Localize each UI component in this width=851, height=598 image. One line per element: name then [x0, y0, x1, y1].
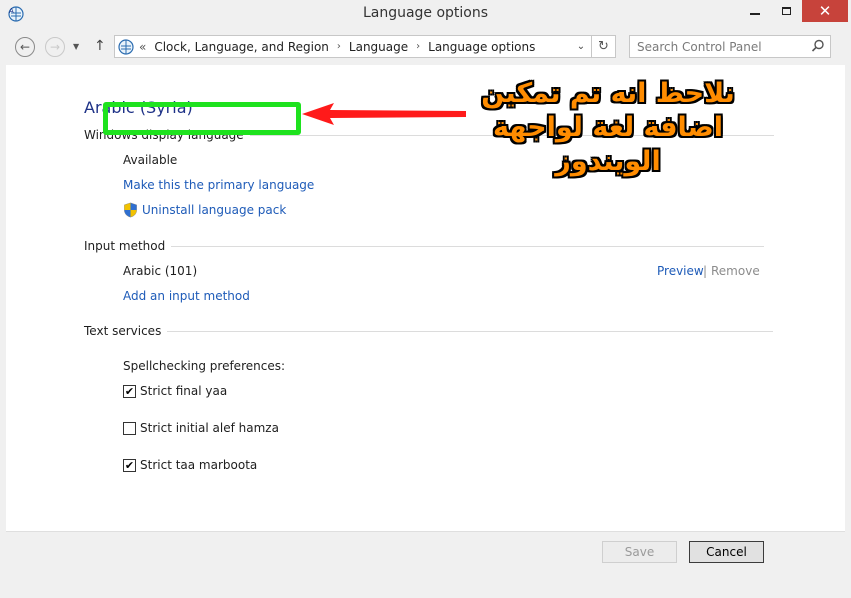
section-label: Text services — [84, 324, 162, 338]
search-input[interactable] — [630, 36, 800, 57]
section-input-method: Input method — [84, 239, 765, 253]
control-panel-icon — [118, 38, 134, 55]
checkbox-strict-final-yaa[interactable]: ✔ Strict final yaa — [123, 384, 227, 398]
cancel-button[interactable]: Cancel — [689, 541, 764, 563]
search-icon[interactable] — [810, 38, 826, 54]
spellchecking-label: Spellchecking preferences: — [123, 359, 285, 373]
add-input-method-link[interactable]: Add an input method — [123, 289, 250, 303]
checkbox-label[interactable]: Strict initial alef hamza — [140, 421, 279, 435]
minimize-button[interactable] — [740, 0, 770, 22]
refresh-button[interactable]: ↻ — [592, 35, 616, 58]
make-primary-language-link[interactable]: Make this the primary language — [123, 178, 314, 192]
divider — [171, 245, 765, 247]
search-box[interactable] — [629, 35, 831, 58]
close-button[interactable]: ✕ — [802, 0, 848, 22]
save-button[interactable]: Save — [602, 541, 677, 563]
breadcrumb-clock-language-region[interactable]: Clock, Language, and Region — [154, 40, 329, 54]
breadcrumb-separator-icon[interactable]: › — [416, 41, 420, 52]
link-separator: | — [703, 264, 708, 278]
forward-arrow-icon: → — [49, 40, 61, 54]
dialog-footer: Save Cancel — [6, 531, 845, 591]
input-method-name: Arabic (101) — [123, 264, 198, 278]
minimize-icon — [750, 13, 760, 15]
checkbox-label[interactable]: Strict final yaa — [140, 384, 227, 398]
checkbox[interactable] — [123, 421, 136, 435]
breadcrumb-separator-icon[interactable]: › — [337, 41, 341, 52]
annotation-text: نلاحظ انه تم تمكين اضافة لغة لواجهة الوي… — [458, 77, 758, 179]
uac-shield-icon — [124, 202, 137, 218]
uninstall-language-pack-link[interactable]: Uninstall language pack — [142, 203, 286, 217]
maximize-button[interactable] — [771, 0, 801, 22]
window-title: Language options — [362, 5, 489, 21]
section-label: Input method — [84, 239, 166, 253]
checkbox-strict-taa-marboota[interactable]: ✔ Strict taa marboota — [123, 458, 257, 472]
close-icon: ✕ — [818, 2, 832, 20]
annotation-line-1: نلاحظ انه تم تمكين — [481, 78, 735, 109]
back-button[interactable]: ← — [15, 37, 35, 57]
checkbox[interactable]: ✔ — [123, 458, 136, 472]
checkbox-label[interactable]: Strict taa marboota — [140, 458, 257, 472]
annotation-arrow-icon — [302, 103, 466, 125]
remove-link[interactable]: Remove — [711, 264, 760, 278]
preview-link[interactable]: Preview — [657, 264, 704, 278]
recent-locations-button[interactable]: ▼ — [73, 42, 79, 51]
title-bar: A Language options ✕ — [0, 0, 851, 30]
section-text-services: Text services — [84, 324, 774, 338]
language-status: Available — [123, 153, 178, 167]
forward-button[interactable]: → — [45, 37, 65, 57]
checkbox[interactable]: ✔ — [123, 384, 136, 398]
navigation-bar: ← → ▼ ↑ « Clock, Language, and Region › … — [0, 30, 851, 64]
breadcrumb-language[interactable]: Language — [349, 40, 408, 54]
back-arrow-icon: ← — [19, 40, 31, 54]
breadcrumb-overflow-icon[interactable]: « — [139, 40, 146, 54]
annotation-line-2: اضافة لغة لواجهة الويندوز — [492, 112, 724, 177]
annotation-highlight-box — [103, 102, 301, 135]
breadcrumb-language-options[interactable]: Language options — [428, 40, 535, 54]
up-button[interactable]: ↑ — [94, 38, 106, 54]
address-bar[interactable]: « Clock, Language, and Region › Language… — [114, 35, 592, 58]
checkbox-strict-initial-alef-hamza[interactable]: Strict initial alef hamza — [123, 421, 279, 435]
address-dropdown-icon[interactable]: ⌄ — [573, 38, 589, 55]
maximize-icon — [781, 7, 791, 15]
divider — [167, 330, 774, 332]
